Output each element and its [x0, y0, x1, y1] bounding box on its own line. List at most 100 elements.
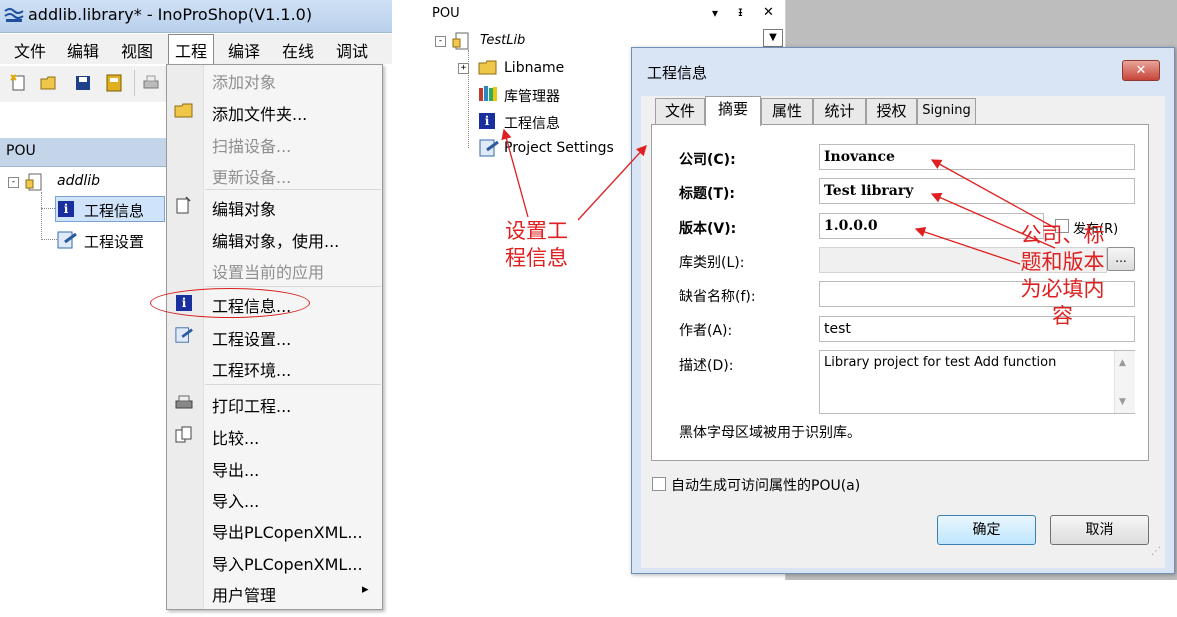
panel-close-icon[interactable]: ✕	[763, 5, 774, 20]
new-file-icon[interactable]	[10, 74, 28, 92]
toolbar-separator	[134, 70, 135, 96]
project-settings-icon	[175, 327, 193, 343]
tree-item-project-info[interactable]: 工程信息	[84, 200, 144, 221]
print-icon[interactable]	[142, 74, 160, 92]
tree-item-library-manager[interactable]: 库管理器	[504, 86, 560, 106]
ok-button[interactable]: 确定	[937, 515, 1036, 545]
menu-item-export[interactable]: 导出...	[212, 457, 259, 481]
menu-item-compare[interactable]: 比较...	[212, 425, 259, 449]
left-app-window: addlib.library* - InoProShop(V1.1.0) 文件 …	[0, 0, 392, 617]
project-settings-icon	[57, 231, 77, 249]
menu-item-scan-device[interactable]: 扫描设备...	[212, 133, 291, 157]
library-doc-icon	[452, 32, 469, 50]
title-field[interactable]: Test library	[819, 178, 1135, 204]
tab-properties[interactable]: 属性	[761, 98, 813, 124]
cancel-button[interactable]: 取消	[1050, 515, 1149, 545]
tree-item-project-settings[interactable]: 工程设置	[84, 231, 144, 252]
dialog-title: 工程信息	[647, 64, 708, 82]
menu-file[interactable]: 文件	[14, 38, 46, 62]
menu-item-project-settings[interactable]: 工程设置...	[212, 326, 291, 350]
tree-collapse-toggle[interactable]: -	[8, 177, 19, 188]
dialog-close-button[interactable]: ✕	[1122, 60, 1160, 81]
library-manager-icon	[479, 86, 497, 101]
annotation-left-line2: 程信息	[505, 246, 568, 270]
menu-separator	[205, 286, 381, 287]
menu-edit[interactable]: 编辑	[67, 38, 99, 62]
pou-panel-title: POU	[6, 143, 36, 159]
tree-root-testlib[interactable]: TestLib	[480, 33, 525, 48]
resize-grip-icon[interactable]: ⋰	[1151, 546, 1161, 557]
menu-item-print-project[interactable]: 打印工程...	[212, 393, 291, 417]
menu-separator	[205, 189, 381, 190]
scroll-up-icon[interactable]: ▲	[1119, 358, 1126, 368]
description-label: 描述(D):	[679, 358, 734, 374]
tree-collapse-toggle[interactable]: -	[435, 36, 446, 47]
tab-license[interactable]: 授权	[866, 98, 917, 124]
tree-root-addlib[interactable]: addlib	[57, 173, 100, 189]
panel-dropdown-icon[interactable]: ▾	[712, 6, 718, 20]
tree-line	[41, 239, 57, 240]
menu-item-add-object[interactable]: 添加对象	[212, 69, 276, 93]
open-folder-icon[interactable]	[40, 74, 58, 92]
highlight-ellipse	[150, 288, 310, 318]
tab-summary[interactable]: 摘要	[705, 96, 761, 126]
save-icon[interactable]	[74, 74, 92, 92]
menu-item-add-folder[interactable]: 添加文件夹...	[212, 101, 307, 125]
version-field[interactable]: 1.0.0.0	[819, 213, 1044, 239]
tree-item-libname[interactable]: Libname	[504, 60, 564, 76]
app-logo-icon	[4, 8, 24, 22]
title-label: 标题(T):	[679, 186, 735, 202]
tab-file[interactable]: 文件	[655, 98, 705, 124]
edit-object-icon	[176, 196, 191, 214]
right-pou-panel-title: POU	[432, 6, 460, 21]
bold-field-note: 黑体字母区域被用于识别库。	[679, 425, 861, 441]
author-label: 作者(A):	[679, 323, 733, 339]
annotation-left-line1: 设置工	[505, 219, 568, 243]
menu-item-set-active-app[interactable]: 设置当前的应用	[212, 259, 324, 283]
print-icon	[175, 395, 193, 409]
annotation-right: 公司、标 题和版本 为必填内 容	[1015, 222, 1110, 330]
combo-dropdown-icon[interactable]: ▼	[763, 29, 783, 47]
compare-icon	[175, 426, 192, 443]
auto-pou-checkbox-label: 自动生成可访问属性的POU(a)	[671, 478, 861, 494]
library-doc-icon	[25, 173, 42, 191]
submenu-arrow-icon: ▸	[362, 582, 369, 597]
project-settings-icon	[479, 139, 499, 157]
category-browse-button[interactable]: ...	[1107, 247, 1135, 271]
menu-item-export-plcopenxml[interactable]: 导出PLCopenXML...	[212, 519, 363, 543]
menu-project[interactable]: 工程	[175, 38, 207, 62]
menu-view[interactable]: 视图	[121, 38, 153, 62]
annotation-right-line4: 容	[1052, 304, 1073, 328]
description-field[interactable]: Library project for test Add function	[819, 350, 1135, 414]
menu-item-user-management[interactable]: 用户管理	[212, 582, 276, 606]
annotation-right-line1: 公司、标	[1020, 223, 1105, 247]
menu-online[interactable]: 在线	[282, 38, 314, 62]
menu-item-edit-object-with[interactable]: 编辑对象，使用...	[212, 228, 339, 252]
window-title: addlib.library* - InoProShop(V1.1.0)	[28, 5, 313, 24]
tab-signing[interactable]: Signing	[917, 98, 976, 124]
folder-icon	[478, 60, 497, 75]
save-all-icon[interactable]	[105, 74, 123, 92]
menu-item-import[interactable]: 导入...	[212, 488, 259, 512]
menu-build[interactable]: 编译	[228, 38, 260, 62]
menu-item-import-plcopenxml[interactable]: 导入PLCopenXML...	[212, 551, 363, 575]
tab-statistics[interactable]: 统计	[813, 98, 866, 124]
right-pou-panel-header	[425, 2, 785, 26]
scroll-down-icon[interactable]: ▼	[1119, 397, 1126, 407]
tree-item-project-settings[interactable]: Project Settings	[504, 140, 614, 156]
menu-separator	[205, 384, 381, 385]
info-icon: i	[479, 113, 495, 129]
menu-debug[interactable]: 调试	[336, 38, 368, 62]
pin-icon[interactable]: ᵻ	[738, 5, 743, 20]
tree-expand-toggle[interactable]: +	[458, 63, 469, 74]
company-field[interactable]: Inovance	[819, 144, 1135, 170]
category-label: 库类别(L):	[679, 255, 745, 271]
tree-item-project-info[interactable]: 工程信息	[504, 113, 560, 133]
company-label: 公司(C):	[679, 152, 736, 168]
menu-item-edit-object[interactable]: 编辑对象	[212, 196, 276, 220]
auto-pou-checkbox[interactable]	[652, 477, 666, 491]
menu-item-project-environment[interactable]: 工程环境...	[212, 357, 291, 381]
menu-item-update-device[interactable]: 更新设备...	[212, 164, 291, 188]
annotation-right-line3: 为必填内	[1020, 277, 1105, 301]
annotation-right-line2: 题和版本	[1020, 250, 1105, 274]
